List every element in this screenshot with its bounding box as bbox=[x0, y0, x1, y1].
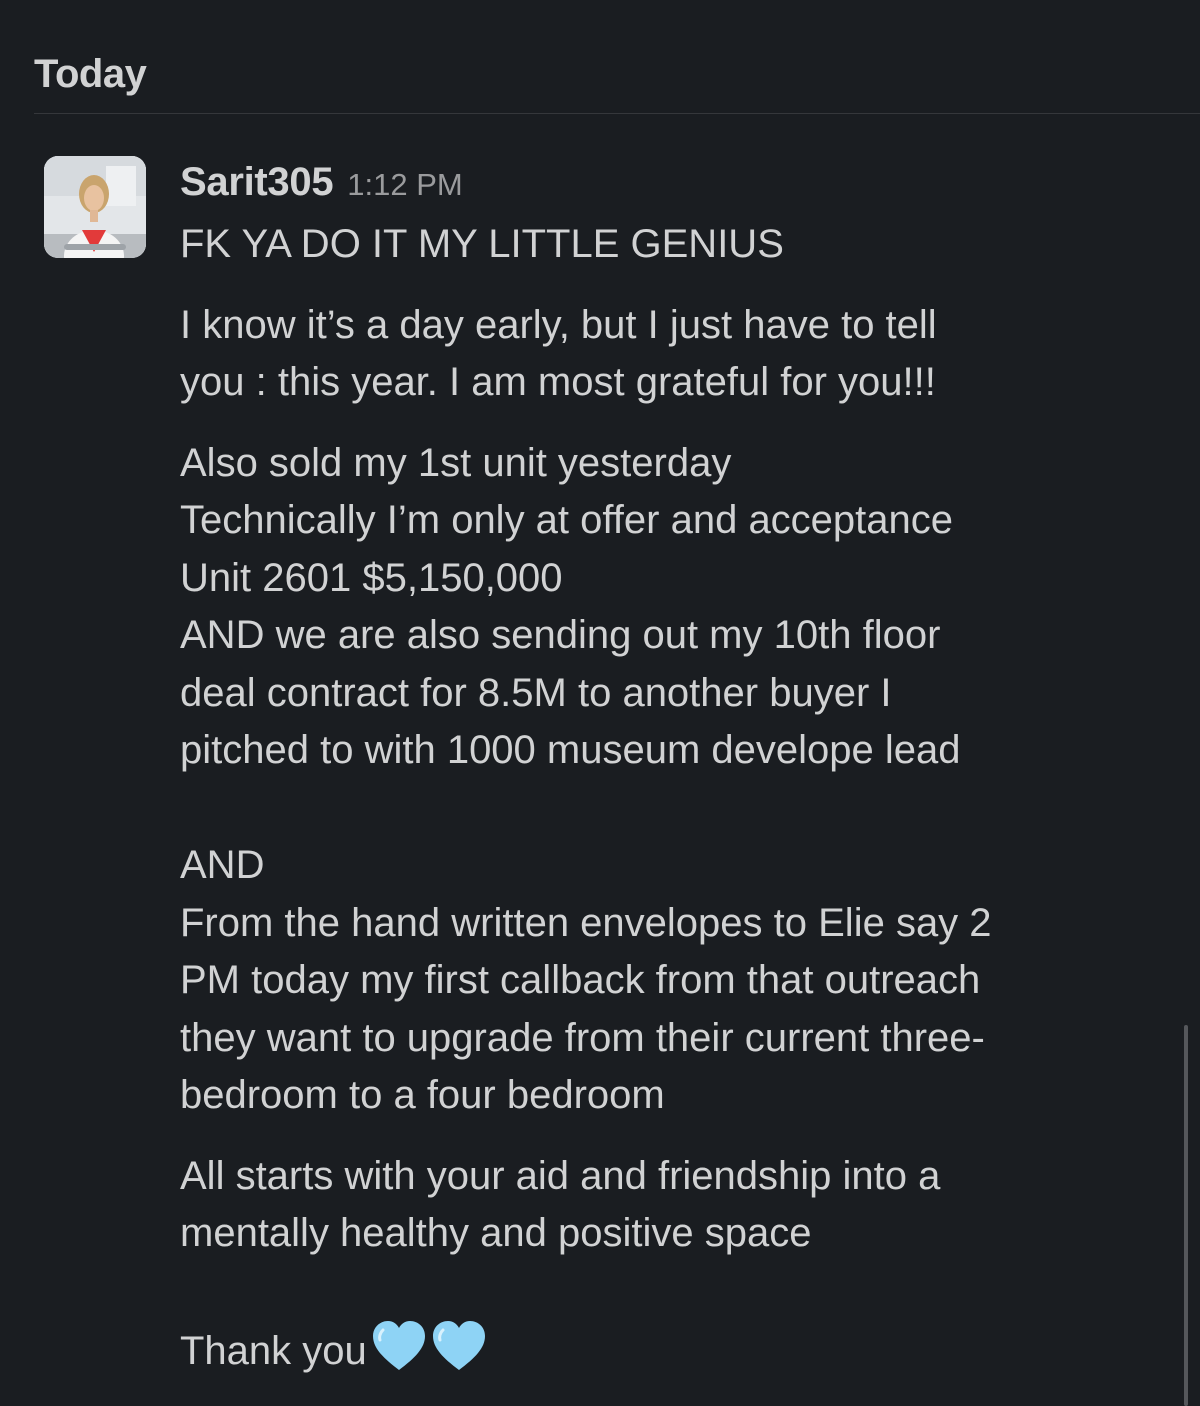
message-line: Technically I’m only at offer and accept… bbox=[180, 498, 954, 542]
message-line: you : this year. I am most grateful for … bbox=[180, 360, 936, 404]
profile-photo-icon bbox=[44, 156, 146, 258]
avatar[interactable] bbox=[44, 156, 146, 258]
message-line: pitched to with 1000 museum develope lea… bbox=[180, 728, 961, 772]
day-header: Today bbox=[34, 52, 147, 96]
message-line: All starts with your aid and friendship … bbox=[180, 1153, 941, 1198]
message-line: mentally healthy and positive space bbox=[180, 1211, 812, 1255]
message-line: AND bbox=[180, 843, 265, 887]
light-blue-heart-icon bbox=[372, 1321, 425, 1370]
message-line: they want to upgrade from their current … bbox=[180, 1015, 985, 1060]
message-line: Thank you bbox=[180, 1320, 1170, 1381]
scrollbar[interactable] bbox=[1184, 1025, 1188, 1406]
message-paragraph: Also sold my 1st unit yesterday Technical… bbox=[180, 435, 1170, 1125]
message-paragraph: I know it’s a day early, but I just have… bbox=[180, 297, 1170, 412]
message-body: FK YA DO IT MY LITTLE GENIUS I know it’s … bbox=[180, 216, 1170, 1381]
message-line: From the hand written envelopes to Elie … bbox=[180, 900, 992, 945]
message-timestamp[interactable]: 1:12 PM bbox=[347, 167, 462, 203]
message-line: Unit 2601 $5,150,000 bbox=[180, 555, 563, 600]
message-paragraph: All starts with your aid and friendship … bbox=[180, 1148, 1170, 1381]
message-line: bedroom to a four bedroom bbox=[180, 1073, 665, 1117]
message-line: deal contract for 8.5M to another buyer … bbox=[180, 670, 892, 715]
sender-name[interactable]: Sarit305 bbox=[180, 160, 334, 205]
message-line: I know it’s a day early, but I just have… bbox=[180, 302, 937, 347]
message-line: Also sold my 1st unit yesterday bbox=[180, 440, 732, 485]
message-line: FK YA DO IT MY LITTLE GENIUS bbox=[180, 222, 784, 266]
light-blue-heart-icon bbox=[432, 1321, 485, 1370]
message: Sarit305 1:12 PM FK YA DO IT MY LITTLE G… bbox=[180, 160, 1170, 1381]
message-paragraph: FK YA DO IT MY LITTLE GENIUS bbox=[180, 216, 1170, 274]
message-header: Sarit305 1:12 PM bbox=[180, 160, 1170, 210]
message-line: AND we are also sending out my 10th floo… bbox=[180, 613, 941, 657]
message-line: PM today my first callback from that out… bbox=[180, 958, 981, 1002]
day-divider-line bbox=[34, 113, 1200, 114]
